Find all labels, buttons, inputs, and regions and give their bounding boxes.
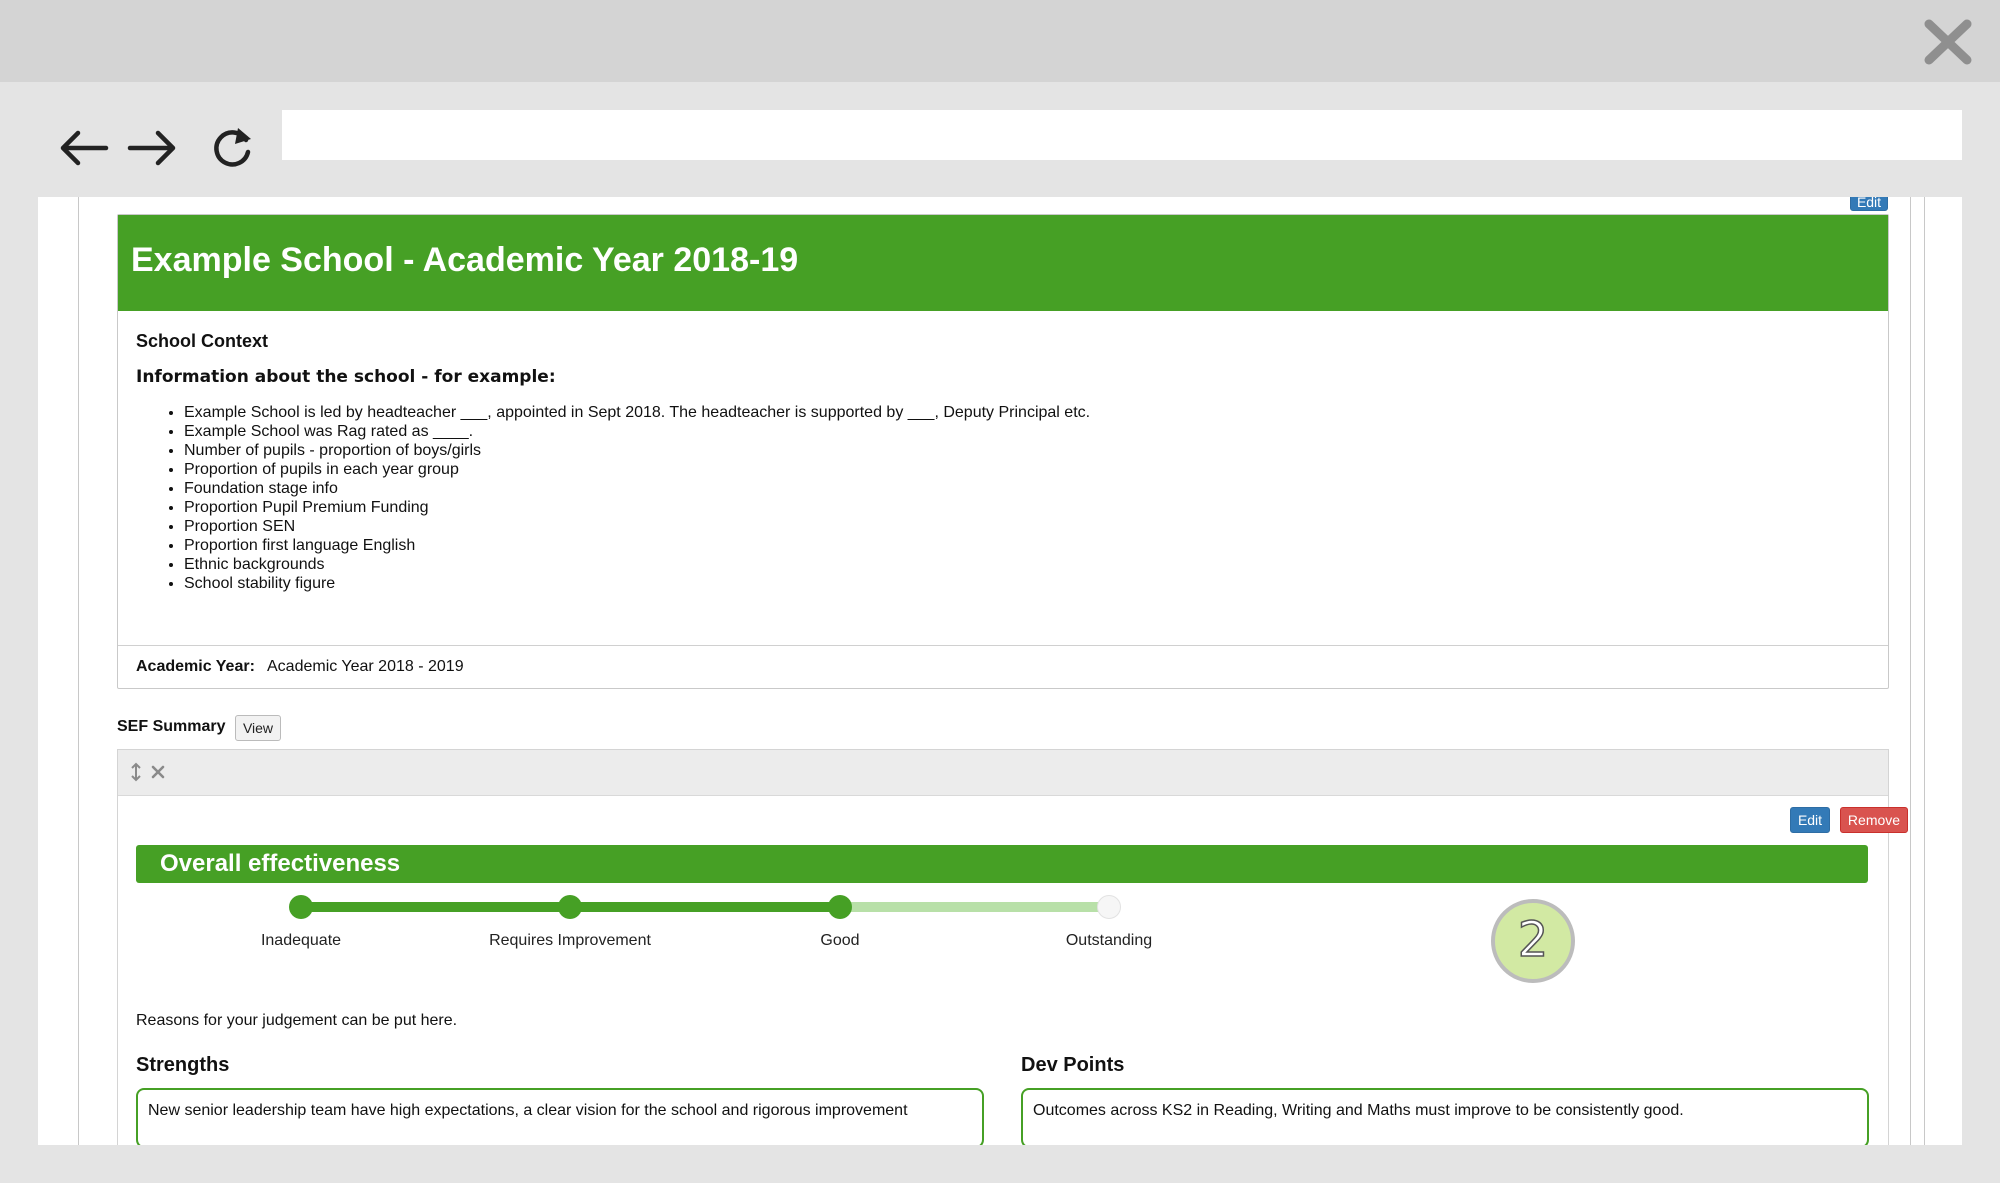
window-titlebar — [0, 0, 2000, 82]
context-title: School Context — [136, 331, 269, 351]
page-title: Example School - Academic Year 2018-19 — [131, 241, 799, 279]
list-item: Example School was Rag rated as ____. — [184, 422, 1090, 441]
page-guide-line — [1924, 197, 1925, 1145]
strengths-heading: Strengths — [136, 1054, 230, 1076]
arrow-left-icon[interactable] — [56, 120, 112, 176]
judgement-scale[interactable]: Inadequate Requires Improvement Good Out… — [118, 890, 1152, 970]
remove-button[interactable]: Remove — [1840, 807, 1908, 833]
scale-dot-inadequate[interactable] — [289, 895, 313, 919]
devpoints-heading: Dev Points — [1021, 1054, 1125, 1076]
page-guide-line — [1910, 197, 1911, 1145]
scale-dot-outstanding[interactable] — [1097, 895, 1121, 919]
devpoints-textbox[interactable]: Outcomes across KS2 in Reading, Writing … — [1021, 1088, 1869, 1145]
list-item: Example School is led by headteacher ___… — [184, 403, 1090, 422]
list-item: Proportion SEN — [184, 517, 1090, 536]
small-x-icon[interactable] — [151, 765, 165, 779]
school-context-card: Example School - Academic Year 2018-19 S… — [117, 214, 1889, 689]
grade-badge: 2 — [1491, 899, 1575, 983]
scale-label-requires-improvement: Requires Improvement — [489, 932, 651, 949]
scale-label-good: Good — [820, 932, 860, 949]
scale-dot-good[interactable] — [828, 895, 852, 919]
school-header: Example School - Academic Year 2018-19 — [118, 215, 1888, 311]
panel-toolbar — [118, 750, 1888, 796]
scale-label-outstanding: Outstanding — [1065, 932, 1153, 949]
card-footer: Academic Year: Academic Year 2018 - 2019 — [118, 645, 1888, 689]
list-item: Proportion of pupils in each year group — [184, 460, 1090, 479]
list-item: Proportion Pupil Premium Funding — [184, 498, 1090, 517]
list-item: Ethnic backgrounds — [184, 555, 1090, 574]
academic-year-value: Academic Year 2018 - 2019 — [267, 658, 464, 675]
school-edit-button[interactable]: Edit — [1850, 197, 1888, 211]
address-bar[interactable] — [282, 110, 1962, 160]
list-item: Number of pupils - proportion of boys/gi… — [184, 441, 1090, 460]
sef-panel: Edit Remove Overall effectiveness Inadeq… — [117, 749, 1908, 1145]
info-title: Information about the school - for examp… — [136, 367, 556, 387]
browser-navbar — [0, 82, 2000, 197]
arrow-right-icon[interactable] — [124, 120, 180, 176]
academic-year-label: Academic Year: — [136, 658, 255, 675]
reload-icon[interactable] — [204, 120, 260, 176]
close-icon[interactable] — [1922, 18, 1974, 66]
scale-track-empty — [840, 902, 1109, 912]
move-vertical-icon[interactable] — [130, 762, 142, 782]
view-button[interactable]: View — [235, 715, 281, 741]
list-item: Foundation stage info — [184, 479, 1090, 498]
overall-effectiveness-title: Overall effectiveness — [160, 850, 401, 877]
overall-effectiveness-header: Overall effectiveness — [136, 845, 1868, 883]
scale-label-inadequate: Inadequate — [260, 932, 342, 949]
page-guide-line — [78, 197, 79, 1145]
page-viewport: Edit Example School - Academic Year 2018… — [38, 197, 1962, 1145]
strengths-textbox[interactable]: New senior leadership team have high exp… — [136, 1088, 984, 1145]
sef-summary-label: SEF Summary — [117, 718, 226, 735]
edit-button[interactable]: Edit — [1790, 807, 1830, 833]
list-item: School stability figure — [184, 574, 1090, 593]
context-list: Example School is led by headteacher ___… — [166, 403, 1090, 593]
list-item: Proportion first language English — [184, 536, 1090, 555]
scale-dot-requires-improvement[interactable] — [558, 895, 582, 919]
reasons-text: Reasons for your judgement can be put he… — [136, 1012, 458, 1029]
